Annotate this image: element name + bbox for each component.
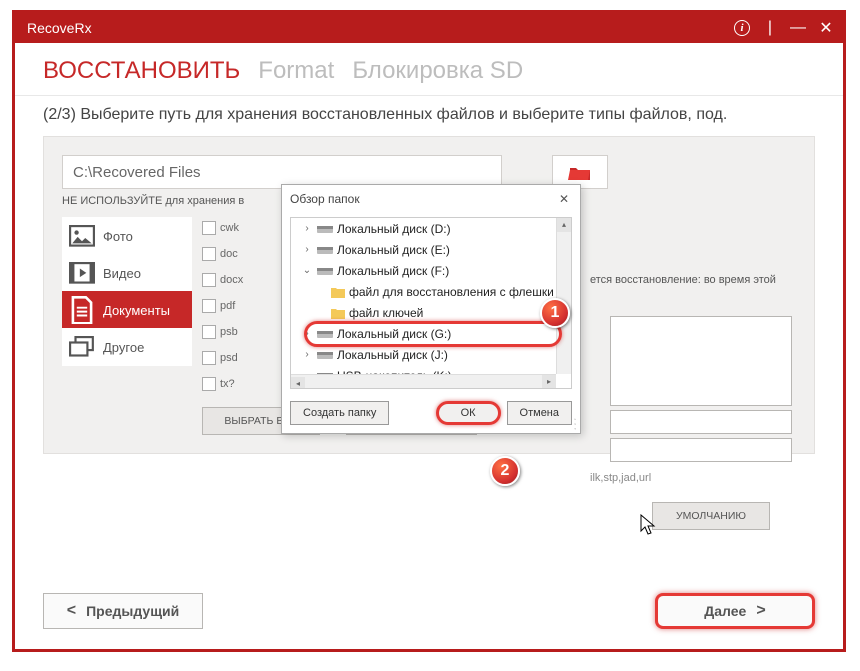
ext-detail-boxes xyxy=(610,316,792,462)
category-video[interactable]: Видео xyxy=(62,254,192,292)
annotation-badge-2: 2 xyxy=(490,456,520,486)
expand-icon[interactable]: › xyxy=(301,244,313,255)
folder-icon xyxy=(331,307,345,319)
create-folder-button[interactable]: Создать папку xyxy=(290,401,389,425)
step-instruction: (2/3) Выберите путь для хранения восстан… xyxy=(43,106,815,124)
checkbox[interactable] xyxy=(202,377,216,391)
app-title: RecoveRx xyxy=(23,20,92,36)
photo-icon xyxy=(69,225,95,247)
ext-item[interactable]: cwk xyxy=(202,217,260,239)
chevron-left-icon: < xyxy=(67,602,76,620)
titlebar: RecoveRx i | — ✕ xyxy=(15,13,843,43)
other-icon xyxy=(69,336,95,358)
category-documents[interactable]: Документы xyxy=(62,291,192,329)
close-button[interactable]: ✕ xyxy=(817,19,835,37)
scrollbar-vertical[interactable]: ▴ xyxy=(556,218,571,374)
category-label: Документы xyxy=(103,303,170,318)
warning-text-right: ется восстановление: во время этой xyxy=(590,274,776,286)
chevron-right-icon: > xyxy=(756,602,765,620)
tab-sdlock[interactable]: Блокировка SD xyxy=(352,57,523,85)
expand-icon[interactable]: › xyxy=(301,349,313,360)
info-icon[interactable]: i xyxy=(733,19,751,37)
tree-node-drive-j[interactable]: ›Локальный диск (J:) xyxy=(291,344,571,365)
cancel-button[interactable]: Отмена xyxy=(507,401,572,425)
extension-list: cwk doc docx pdf psb psd tx? xyxy=(202,217,260,395)
ext-detail-box xyxy=(610,316,792,406)
video-icon xyxy=(69,262,95,284)
tree-node-folder-recovery[interactable]: файл для восстановления с флешки xyxy=(291,281,571,302)
category-label: Видео xyxy=(103,266,141,281)
document-icon xyxy=(69,299,95,321)
drive-icon xyxy=(317,349,333,361)
ext-detail-box xyxy=(610,410,792,434)
minimize-button[interactable]: — xyxy=(789,19,807,37)
expand-icon[interactable]: › xyxy=(301,223,313,234)
ext-item[interactable]: psd xyxy=(202,347,260,369)
ext-item[interactable]: pdf xyxy=(202,295,260,317)
checkbox[interactable] xyxy=(202,221,216,235)
checkbox[interactable] xyxy=(202,351,216,365)
browse-folder-dialog: Обзор папок ✕ ›Локальный диск (D:) ›Лока… xyxy=(281,184,581,434)
scrollbar-horizontal[interactable]: ◂▸ xyxy=(291,374,556,388)
category-label: Фото xyxy=(103,229,133,244)
category-other[interactable]: Другое xyxy=(62,328,192,366)
next-button[interactable]: Далее > xyxy=(655,593,815,629)
folder-tree[interactable]: ›Локальный диск (D:) ›Локальный диск (E:… xyxy=(290,217,572,389)
previous-button[interactable]: < Предыдущий xyxy=(43,593,203,629)
category-list: Фото Видео Документы Другое xyxy=(62,217,192,395)
ext-item[interactable]: doc xyxy=(202,243,260,265)
dialog-close-button[interactable]: ✕ xyxy=(556,192,572,206)
tree-node-drive-d[interactable]: ›Локальный диск (D:) xyxy=(291,218,571,239)
footer-nav: < Предыдущий Далее > xyxy=(15,573,843,649)
folder-icon xyxy=(331,286,345,298)
ext-detail-box xyxy=(610,438,792,462)
tab-format[interactable]: Format xyxy=(258,57,334,85)
ok-button[interactable]: ОК xyxy=(436,401,501,425)
category-photo[interactable]: Фото xyxy=(62,217,192,255)
category-label: Другое xyxy=(103,340,144,355)
cursor-icon xyxy=(640,514,658,541)
default-button[interactable]: УМОЛЧАНИЮ xyxy=(652,502,770,530)
dialog-title: Обзор папок xyxy=(290,192,360,206)
tree-node-drive-f[interactable]: ⌄Локальный диск (F:) xyxy=(291,260,571,281)
ext-item[interactable]: tx? xyxy=(202,373,260,395)
drive-icon xyxy=(317,265,333,277)
tab-recover[interactable]: ВОССТАНОВИТЬ xyxy=(43,57,240,85)
ext-item[interactable]: psb xyxy=(202,321,260,343)
annotation-highlight-1 xyxy=(304,321,562,347)
checkbox[interactable] xyxy=(202,273,216,287)
tabs: ВОССТАНОВИТЬ Format Блокировка SD xyxy=(15,43,843,96)
sep-icon: | xyxy=(761,19,779,37)
checkbox[interactable] xyxy=(202,299,216,313)
tree-node-folder-keys[interactable]: файл ключей xyxy=(291,302,571,323)
drive-icon xyxy=(317,223,333,235)
ext-stub-text: ilk,stp,jad,url xyxy=(590,472,651,484)
ext-item[interactable]: docx xyxy=(202,269,260,291)
tree-node-drive-e[interactable]: ›Локальный диск (E:) xyxy=(291,239,571,260)
checkbox[interactable] xyxy=(202,247,216,261)
checkbox[interactable] xyxy=(202,325,216,339)
annotation-badge-1: 1 xyxy=(540,298,570,328)
drive-icon xyxy=(317,244,333,256)
collapse-icon[interactable]: ⌄ xyxy=(301,265,313,276)
